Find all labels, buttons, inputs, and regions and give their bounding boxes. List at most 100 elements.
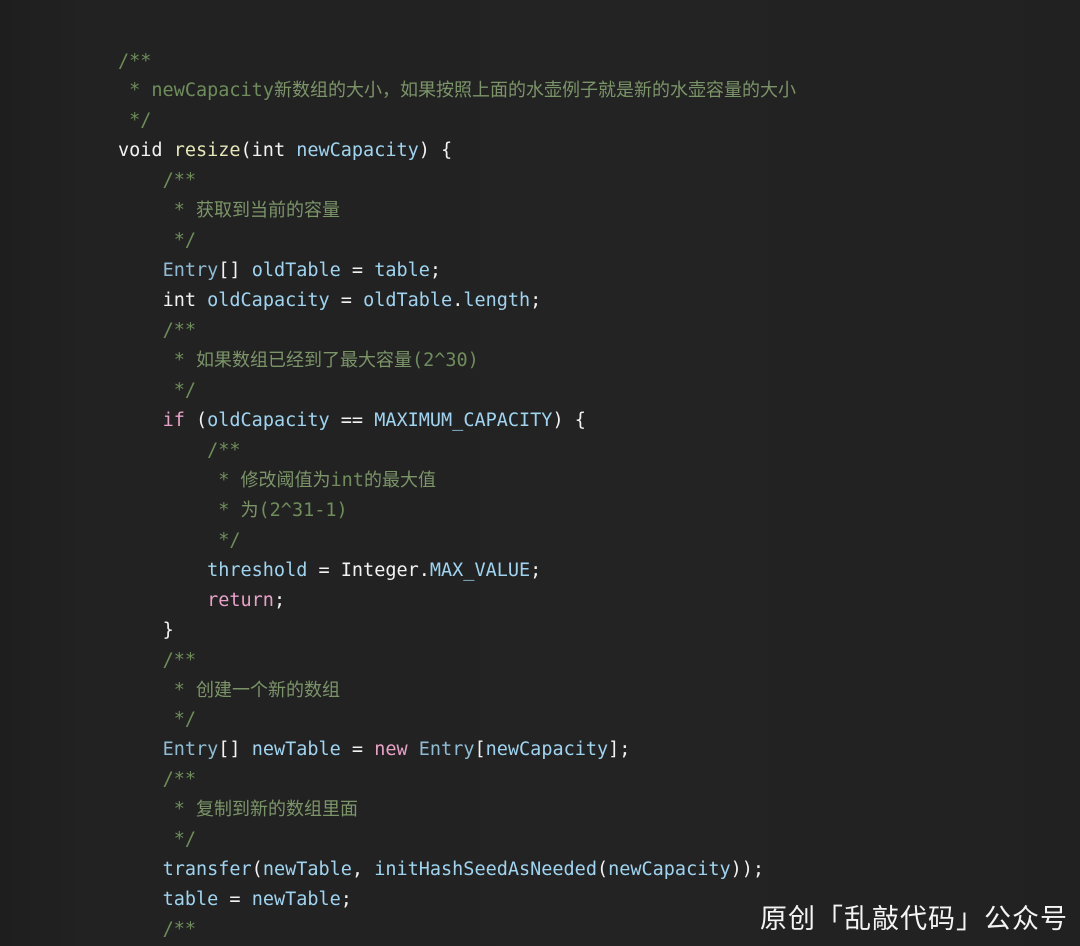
operator: = [340, 260, 375, 282]
param-newcapacity: newCapacity [296, 140, 419, 162]
code-line: * newCapacity新数组的大小，如果按照上面的水壶例子就是新的水壶容量的… [118, 80, 796, 101]
punctuation: [] [218, 260, 252, 282]
comment-token: * [162, 799, 196, 821]
keyword-return: return [207, 589, 274, 611]
punctuation: ; [530, 290, 542, 312]
comment-token: /** [162, 320, 196, 342]
comment-token: * [162, 350, 196, 372]
keyword-void: void [118, 140, 174, 162]
punctuation: ( [240, 140, 252, 162]
param-newcapacity: newCapacity [485, 739, 609, 761]
operator: = [218, 889, 252, 911]
code-line: transfer(newTable, initHashSeedAsNeeded(… [118, 859, 765, 881]
type-entry: Entry [162, 260, 219, 282]
comment-token: newCapacity [151, 80, 274, 102]
var-oldcapacity: oldCapacity [207, 290, 330, 312]
punctuation: ) { [418, 140, 453, 162]
punctuation: . [452, 290, 464, 312]
punctuation: ( [251, 859, 263, 881]
code-line: */ [118, 380, 196, 401]
type-integer: Integer [340, 559, 419, 581]
punctuation: [] [218, 739, 252, 761]
constant-maximum-capacity: MAXIMUM_CAPACITY [374, 409, 553, 431]
comment-token: * [207, 499, 241, 521]
punctuation: ; [273, 589, 286, 611]
keyword-int: int [162, 290, 208, 312]
param-newcapacity: newCapacity [608, 859, 731, 881]
method-name-resize: resize [173, 140, 241, 162]
var-oldtable: oldTable [363, 290, 453, 312]
operator: == [329, 409, 375, 431]
comment-token: /** [118, 50, 152, 72]
code-line: /** [118, 769, 196, 790]
code-line: * 如果数组已经到了最大容量(2^30) [118, 350, 479, 371]
punctuation: . [418, 559, 430, 581]
comment-token-cjk: 获取到当前的容量 [195, 200, 340, 222]
comment-token: * [162, 679, 196, 701]
code-line: } [118, 620, 174, 641]
keyword-int: int [251, 140, 297, 162]
var-newtable: newTable [251, 739, 341, 761]
punctuation: , [351, 859, 375, 881]
comment-token: */ [162, 379, 196, 401]
var-oldcapacity: oldCapacity [207, 409, 330, 431]
brace-close: } [162, 619, 174, 641]
comment-token: */ [162, 709, 196, 731]
code-line: Entry[] newTable = new Entry[newCapacity… [118, 739, 631, 761]
code-line: /** [118, 919, 196, 940]
punctuation: )); [730, 859, 765, 881]
code-line: * 为(2^31-1) [118, 499, 348, 521]
comment-token: * [207, 469, 241, 491]
comment-token: */ [162, 829, 196, 851]
field-table: table [374, 260, 430, 282]
code-line: * 修改阈值为int的最大值 [118, 470, 436, 491]
type-entry: Entry [162, 739, 219, 761]
var-oldtable: oldTable [251, 260, 341, 282]
keyword-new: new [374, 739, 408, 761]
comment-token: /** [207, 439, 241, 461]
comment-token-cjk: 的最大值 [363, 469, 436, 491]
code-line: /** [118, 170, 196, 191]
type-entry: Entry [418, 739, 475, 761]
code-block: /** * newCapacity新数组的大小，如果按照上面的水壶例子就是新的水… [118, 47, 1068, 946]
code-line: * 复制到新的数组里面 [118, 799, 358, 820]
comment-token: */ [118, 110, 152, 132]
code-line: */ [118, 110, 151, 131]
keyword-if: if [162, 409, 185, 431]
punctuation [408, 739, 419, 760]
punctuation: ( [596, 859, 609, 881]
comment-token: */ [162, 230, 196, 252]
comment-token-cjk: 创建一个新的数组 [195, 679, 340, 701]
comment-token: (2^31-1) [258, 499, 348, 521]
comment-token: /** [162, 170, 196, 192]
punctuation: [ [474, 739, 486, 761]
code-line: */ [118, 709, 196, 730]
field-length: length [463, 290, 531, 312]
var-newtable: newTable [251, 889, 341, 911]
comment-token-cjk: 如果数组已经到了最大容量 [195, 350, 412, 372]
comment-token-cjk: 复制到新的数组里面 [195, 799, 358, 821]
code-line: Entry[] oldTable = table; [118, 260, 442, 282]
code-line: * 创建一个新的数组 [118, 680, 340, 701]
punctuation: ; [429, 260, 442, 282]
method-transfer: transfer [162, 859, 252, 881]
comment-token-cjk: 为 [240, 499, 259, 521]
code-line: return; [118, 590, 285, 611]
operator: = [307, 559, 341, 581]
code-line: table = newTable; [118, 889, 352, 910]
code-line: int oldCapacity = oldTable.length; [118, 290, 542, 312]
comment-token: * [118, 80, 152, 102]
comment-token: /** [162, 649, 196, 671]
comment-token: int [330, 469, 364, 491]
comment-token: /** [162, 769, 196, 791]
var-newtable: newTable [262, 859, 352, 881]
code-line: */ [118, 230, 196, 251]
code-line: /** [118, 439, 241, 461]
comment-token: * [162, 200, 196, 222]
punctuation: ]; [608, 739, 631, 761]
code-line: /** [118, 650, 196, 671]
field-threshold: threshold [207, 559, 308, 581]
punctuation: ( [184, 409, 208, 431]
code-line: /** [118, 51, 151, 72]
comment-token-cjk: 修改阈值为 [240, 469, 331, 491]
